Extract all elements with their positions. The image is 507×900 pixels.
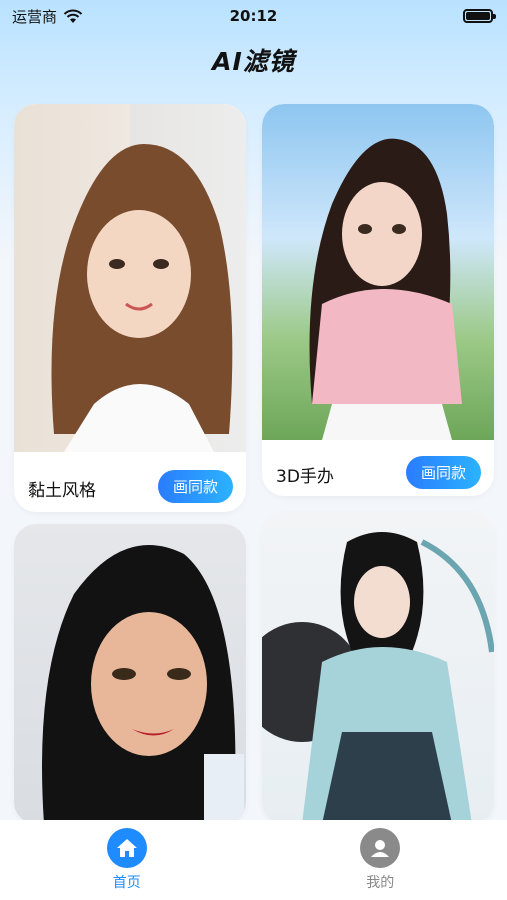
- card-label: 黏土风格: [28, 481, 96, 501]
- tab-mine-label: 我的: [366, 875, 395, 891]
- hanfu-style-preview-image: [262, 512, 494, 824]
- filter-card-pixel[interactable]: [14, 524, 246, 824]
- pixel-style-preview-image: [14, 524, 246, 824]
- tab-home[interactable]: 首页: [67, 828, 187, 892]
- tab-bar: 首页 我的: [0, 820, 507, 900]
- user-icon: [360, 828, 401, 868]
- clock: 20:12: [229, 7, 278, 25]
- clay-style-preview-image: [14, 104, 246, 452]
- card-label: 3D手办: [276, 467, 334, 487]
- home-icon: [106, 828, 147, 868]
- carrier-label: 运营商: [12, 7, 58, 26]
- wifi-icon: [63, 9, 83, 23]
- filter-card-hanfu[interactable]: [262, 512, 494, 824]
- filter-card-3d-figure[interactable]: 3D手办 画同款: [262, 104, 494, 496]
- battery-icon: [463, 9, 496, 23]
- tab-home-label: 首页: [112, 875, 141, 891]
- use-template-button[interactable]: 画同款: [406, 456, 481, 489]
- page-title: AI滤镜: [212, 47, 295, 76]
- use-template-button[interactable]: 画同款: [158, 470, 233, 503]
- status-bar: 运营商 20:12: [0, 0, 507, 32]
- 3d-figure-preview-image: [262, 104, 494, 440]
- tab-mine[interactable]: 我的: [320, 828, 440, 892]
- filter-card-clay[interactable]: 黏土风格 画同款: [14, 104, 246, 512]
